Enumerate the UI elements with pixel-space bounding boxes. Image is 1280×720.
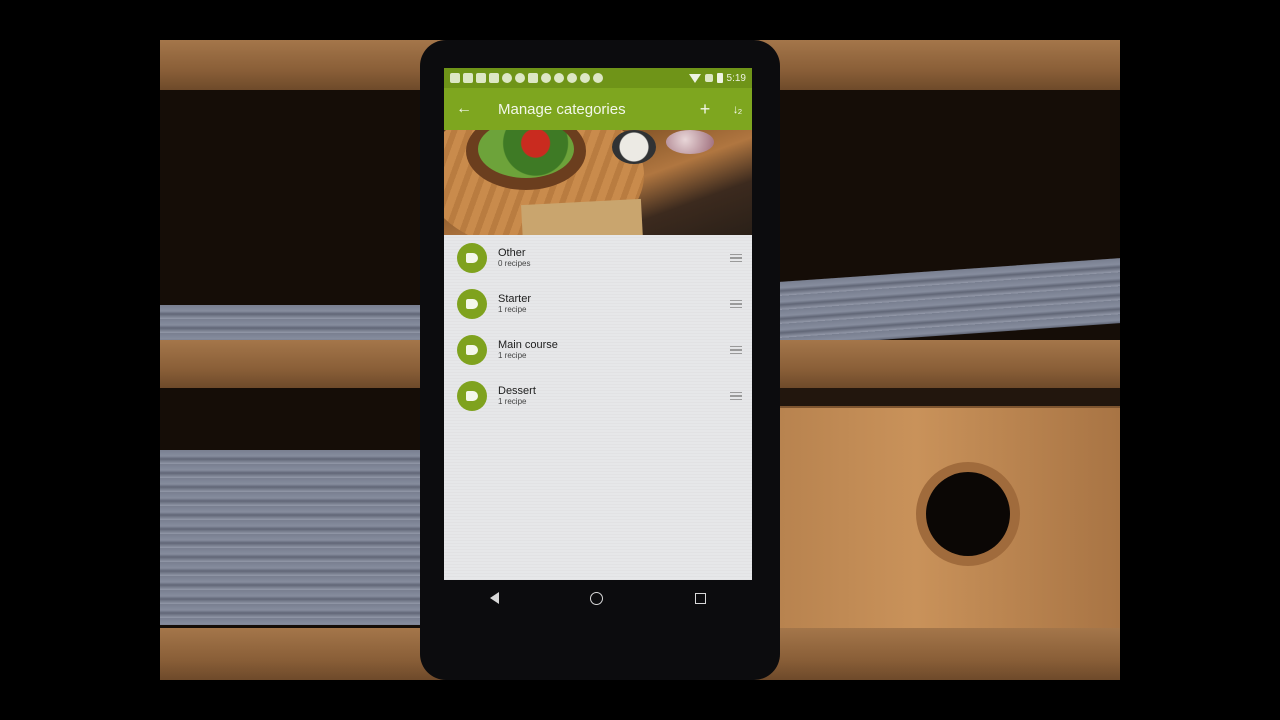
drag-handle-icon[interactable] [726,391,746,401]
sort-icon[interactable]: ↓₂ [722,102,752,116]
mail-icon [515,73,525,83]
recipe-count: 1 recipe [498,397,527,406]
category-name: Other [498,247,526,259]
paper-tag [521,198,643,235]
nav-recents-icon[interactable] [695,592,707,604]
no-sim-icon [704,74,713,82]
status-bar: 5:19 [444,68,752,88]
pinterest-icon [502,73,512,83]
papers-left-upper [160,305,420,340]
system-nav-bar [444,580,752,616]
nav-home-icon[interactable] [590,591,604,605]
battery-icon [716,73,723,83]
pinterest-icon [580,73,590,83]
back-arrow-icon[interactable]: ← [444,100,484,118]
list-item[interactable]: Main course 1 recipe [444,327,752,373]
list-item[interactable]: Other 0 recipes [444,235,752,281]
status-right: 5:19 [688,72,746,84]
news-icon [476,73,486,83]
label-icon [457,335,487,365]
recipe-count: 1 recipe [498,351,527,360]
label-icon [457,381,487,411]
facebook-icon [489,73,499,83]
drawer-edge [780,406,1120,408]
list-item[interactable]: Dessert 1 recipe [444,373,752,419]
pinterest-icon [554,73,564,83]
drag-handle-icon[interactable] [726,345,746,355]
phone-screen: 5:19 ← Manage categories + ↓₂ Other 0 re… [444,68,752,580]
drag-handle-icon[interactable] [726,253,746,263]
category-name: Starter [498,293,532,305]
recipe-count: 1 recipe [498,305,527,314]
facebook-icon [463,73,473,83]
label-icon [457,243,487,273]
page-title: Manage categories [498,100,626,118]
list-item[interactable]: Starter 1 recipe [444,281,752,327]
label-icon [457,289,487,319]
drawer-handle-hole [926,472,1010,556]
drag-handle-icon[interactable] [726,299,746,309]
recipe-count: 0 recipes [498,259,531,268]
wifi-icon [688,73,701,83]
garlic [666,130,714,154]
sms-icon [450,73,460,83]
pinterest-icon [567,73,577,83]
category-name: Main course [498,339,558,351]
status-time: 5:19 [726,72,746,84]
header-food-image [444,130,752,235]
add-category-button[interactable]: + [688,99,722,120]
category-list: Other 0 recipes Starter 1 recipe Main co… [444,235,752,580]
pinterest-icon [541,73,551,83]
nav-back-icon[interactable] [489,592,499,604]
papers-left-lower [160,450,420,625]
category-name: Dessert [498,385,536,397]
app-bar: ← Manage categories + ↓₂ [444,88,752,130]
salt-bowl [612,130,656,164]
pinterest-icon [593,73,603,83]
game-icon [528,73,538,83]
shelf-cavity-left [160,90,420,340]
